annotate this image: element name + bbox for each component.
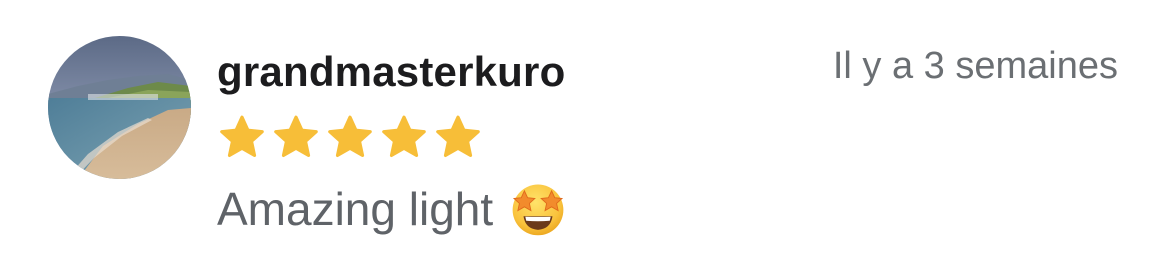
star-icon <box>382 115 426 157</box>
review-timestamp: Il y a 3 semaines <box>832 45 1118 87</box>
star-rating <box>218 114 482 162</box>
star-struck-emoji-icon <box>512 184 564 236</box>
avatar[interactable] <box>48 36 191 179</box>
star-icon <box>274 115 318 157</box>
avatar-photo <box>48 36 191 179</box>
username[interactable]: grandmasterkuro <box>217 46 565 98</box>
review-card: grandmasterkuro Il y a 3 semaines Amazin… <box>0 0 1170 269</box>
star-icon <box>436 115 480 157</box>
review-comment: Amazing light <box>217 180 567 238</box>
star-icon <box>220 115 264 157</box>
review-comment-text: Amazing light <box>217 183 494 235</box>
star-icon <box>328 115 372 157</box>
